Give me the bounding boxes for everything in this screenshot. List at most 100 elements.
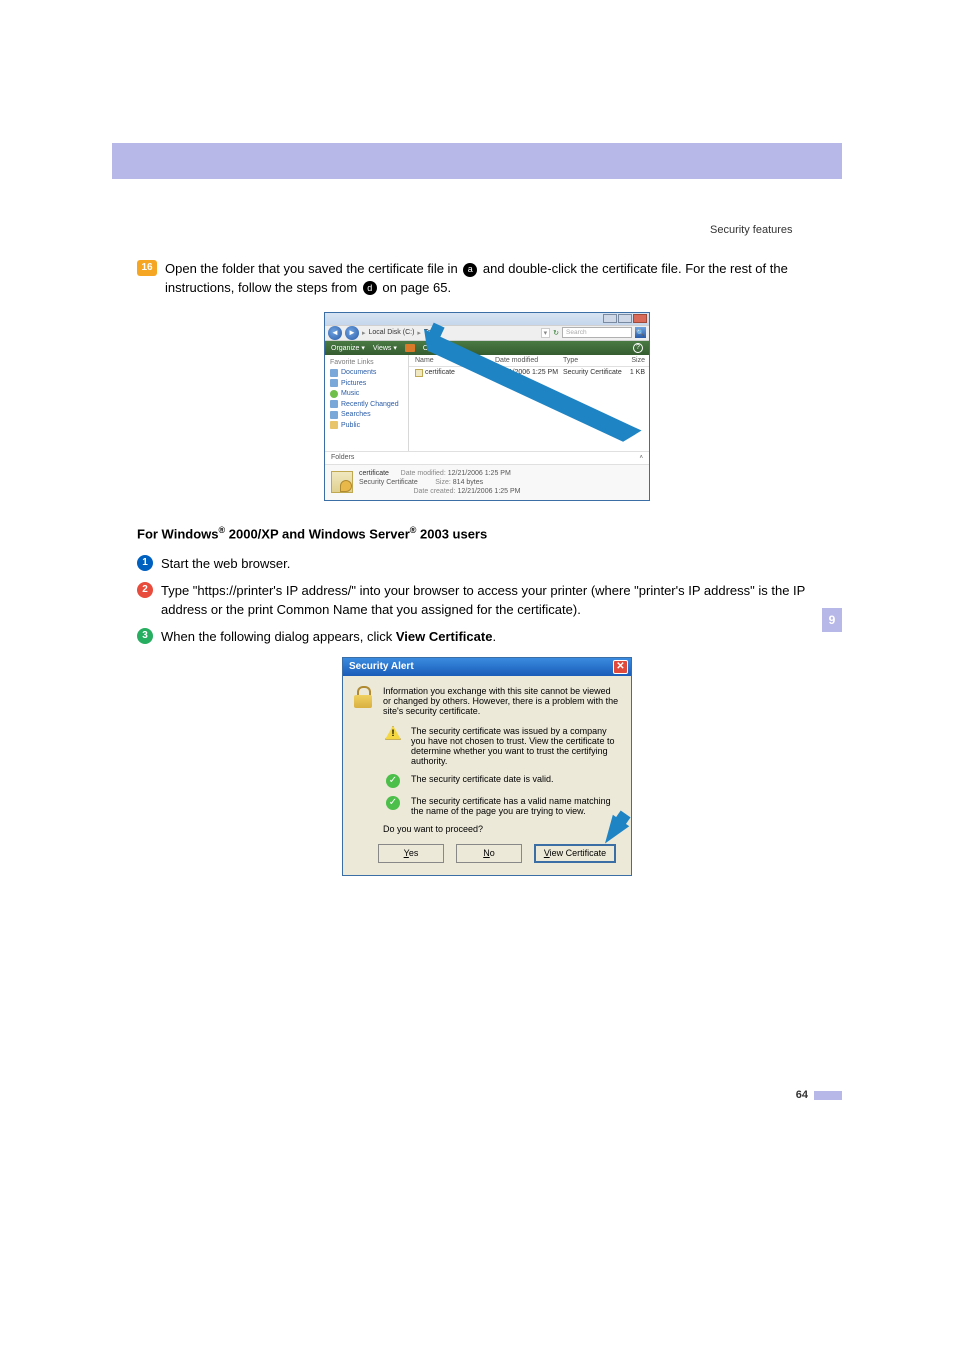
step-badge-2: 2 — [137, 582, 153, 598]
organize-menu[interactable]: Organize ▾ — [331, 344, 365, 352]
explorer-toolbar: Organize ▾ Views ▾ Open ▾ ? — [325, 341, 649, 355]
view-certificate-button[interactable]: View Certificate — [534, 844, 616, 863]
explorer-filelist: Name Date modified Type Size certificate… — [409, 355, 649, 451]
sidebar-item-label: Documents — [341, 369, 376, 376]
ref-bullet-a: a — [463, 263, 477, 277]
page-number: 64 — [112, 1089, 842, 1101]
ref-bullet-d: d — [363, 281, 377, 295]
music-icon — [330, 390, 338, 398]
details-pane: certificate Date modified: 12/21/2006 1:… — [325, 464, 649, 500]
help-icon[interactable]: ? — [633, 343, 643, 353]
step-1-text: Start the web browser. — [161, 555, 290, 574]
documents-icon — [330, 369, 338, 377]
favorite-links-list: Documents Pictures Music Recently Change… — [330, 369, 403, 430]
t: When the following dialog appears, click — [161, 629, 396, 644]
step-1: 1 Start the web browser. — [137, 555, 837, 574]
explorer-sidebar: Favorite Links Documents Pictures Music … — [325, 355, 409, 451]
details-type: Security Certificate — [359, 479, 418, 486]
col-size[interactable]: Size — [625, 357, 649, 364]
file-type: Security Certificate — [563, 369, 625, 376]
sidebar-item-label: Searches — [341, 411, 371, 418]
close-button[interactable]: ✕ — [613, 660, 628, 674]
no-button[interactable]: No — [456, 844, 522, 863]
t: Open the folder that you saved the certi… — [165, 261, 461, 276]
maximize-button[interactable] — [618, 314, 632, 323]
sidebar-item[interactable]: Music — [330, 390, 403, 398]
ok-row-2: ✓ The security certificate has a valid n… — [383, 796, 621, 816]
t: on page 65. — [379, 280, 451, 295]
views-menu[interactable]: Views ▾ — [373, 344, 397, 352]
file-name: certificate — [425, 369, 455, 376]
subsection-heading: For Windows® 2000/XP and Windows Server®… — [137, 525, 837, 541]
file-row[interactable]: certificate 12/21/2006 1:25 PM Security … — [409, 367, 649, 379]
chevron-right-icon: ▸ — [362, 329, 366, 337]
col-type[interactable]: Type — [563, 357, 625, 364]
step-2: 2 Type "https://printer's IP address/" i… — [137, 582, 837, 620]
refresh-icon[interactable]: ↻ — [553, 329, 559, 337]
dm-value: 12/21/2006 1:25 PM — [448, 470, 511, 477]
ok2-text: The security certificate has a valid nam… — [411, 796, 621, 816]
intro-row: Information you exchange with this site … — [353, 686, 621, 716]
search-input[interactable]: Search — [562, 327, 632, 338]
step-16: 16 Open the folder that you saved the ce… — [137, 260, 837, 298]
sidebar-item[interactable]: Documents — [330, 369, 403, 377]
col-date[interactable]: Date modified — [495, 357, 563, 364]
minimize-button[interactable] — [603, 314, 617, 323]
burn-icon — [405, 344, 415, 352]
sidebar-item[interactable]: Public — [330, 421, 403, 429]
chapter-tab: 9 — [822, 608, 842, 632]
step-badge-16: 16 — [137, 260, 157, 276]
step-3-text: When the following dialog appears, click… — [161, 628, 496, 647]
warn-row: ! The security certificate was issued by… — [383, 726, 621, 766]
lock-icon — [353, 686, 375, 716]
warning-icon: ! — [385, 726, 401, 740]
sidebar-item-label: Recently Changed — [341, 401, 399, 408]
forward-button[interactable]: ► — [345, 326, 359, 340]
sidebar-item-label: Music — [341, 390, 359, 397]
check-icon: ✓ — [386, 774, 400, 788]
dc-label: Date created: — [413, 488, 455, 495]
t: For Windows — [137, 526, 219, 541]
file-size: 1 KB — [625, 369, 649, 376]
yes-button[interactable]: Yes — [378, 844, 444, 863]
search-icon[interactable]: 🔍 — [635, 327, 646, 338]
warn-text: The security certificate was issued by a… — [411, 726, 621, 766]
sidebar-item[interactable]: Recently Changed — [330, 400, 403, 408]
sidebar-item[interactable]: Pictures — [330, 379, 403, 387]
intro-text: Information you exchange with this site … — [383, 686, 621, 716]
step-2-text: Type "https://printer's IP address/" int… — [161, 582, 837, 620]
back-button[interactable]: ◄ — [328, 326, 342, 340]
recent-icon — [330, 400, 338, 408]
t: 2000/XP and Windows Server — [225, 526, 410, 541]
window-buttons — [603, 314, 647, 323]
step-badge-1: 1 — [137, 555, 153, 571]
explorer-body: Favorite Links Documents Pictures Music … — [325, 355, 649, 451]
t: 2003 users — [416, 526, 487, 541]
breadcrumb-part[interactable]: Local Disk (C:) — [369, 329, 415, 336]
security-alert-dialog: Security Alert ✕ Information you exchang… — [342, 657, 632, 876]
explorer-titlebar — [325, 313, 649, 325]
explorer-window: ◄ ► ▸ Local Disk (C:) ▸ Temp ▾ ↻ Search … — [324, 312, 650, 501]
pictures-icon — [330, 379, 338, 387]
certificate-icon — [415, 369, 423, 377]
dialog-body: Information you exchange with this site … — [343, 676, 631, 875]
explorer-screenshot: ◄ ► ▸ Local Disk (C:) ▸ Temp ▾ ↻ Search … — [324, 312, 650, 501]
sz-label: Size: — [435, 479, 451, 486]
dialog-title: Security Alert — [349, 661, 414, 672]
close-button[interactable] — [633, 314, 647, 323]
sidebar-item-label: Pictures — [341, 380, 366, 387]
step-3: 3 When the following dialog appears, cli… — [137, 628, 837, 647]
sidebar-item[interactable]: Searches — [330, 411, 403, 419]
dc-value: 12/21/2006 1:25 PM — [457, 488, 520, 495]
ok-row-1: ✓ The security certificate date is valid… — [383, 774, 621, 788]
addr-dropdown[interactable]: ▾ — [541, 328, 551, 338]
step-16-text: Open the folder that you saved the certi… — [165, 260, 837, 298]
sidebar-heading: Favorite Links — [330, 359, 403, 366]
ok1-text: The security certificate date is valid. — [411, 774, 554, 788]
checks: ! The security certificate was issued by… — [383, 726, 621, 816]
certificate-large-icon — [331, 471, 353, 493]
folders-pane-header[interactable]: Folders ˄ — [325, 451, 649, 464]
bold: View Certificate — [396, 629, 493, 644]
dialog-buttons: Yes No View Certificate — [373, 844, 621, 863]
details-text: certificate Date modified: 12/21/2006 1:… — [359, 469, 521, 496]
